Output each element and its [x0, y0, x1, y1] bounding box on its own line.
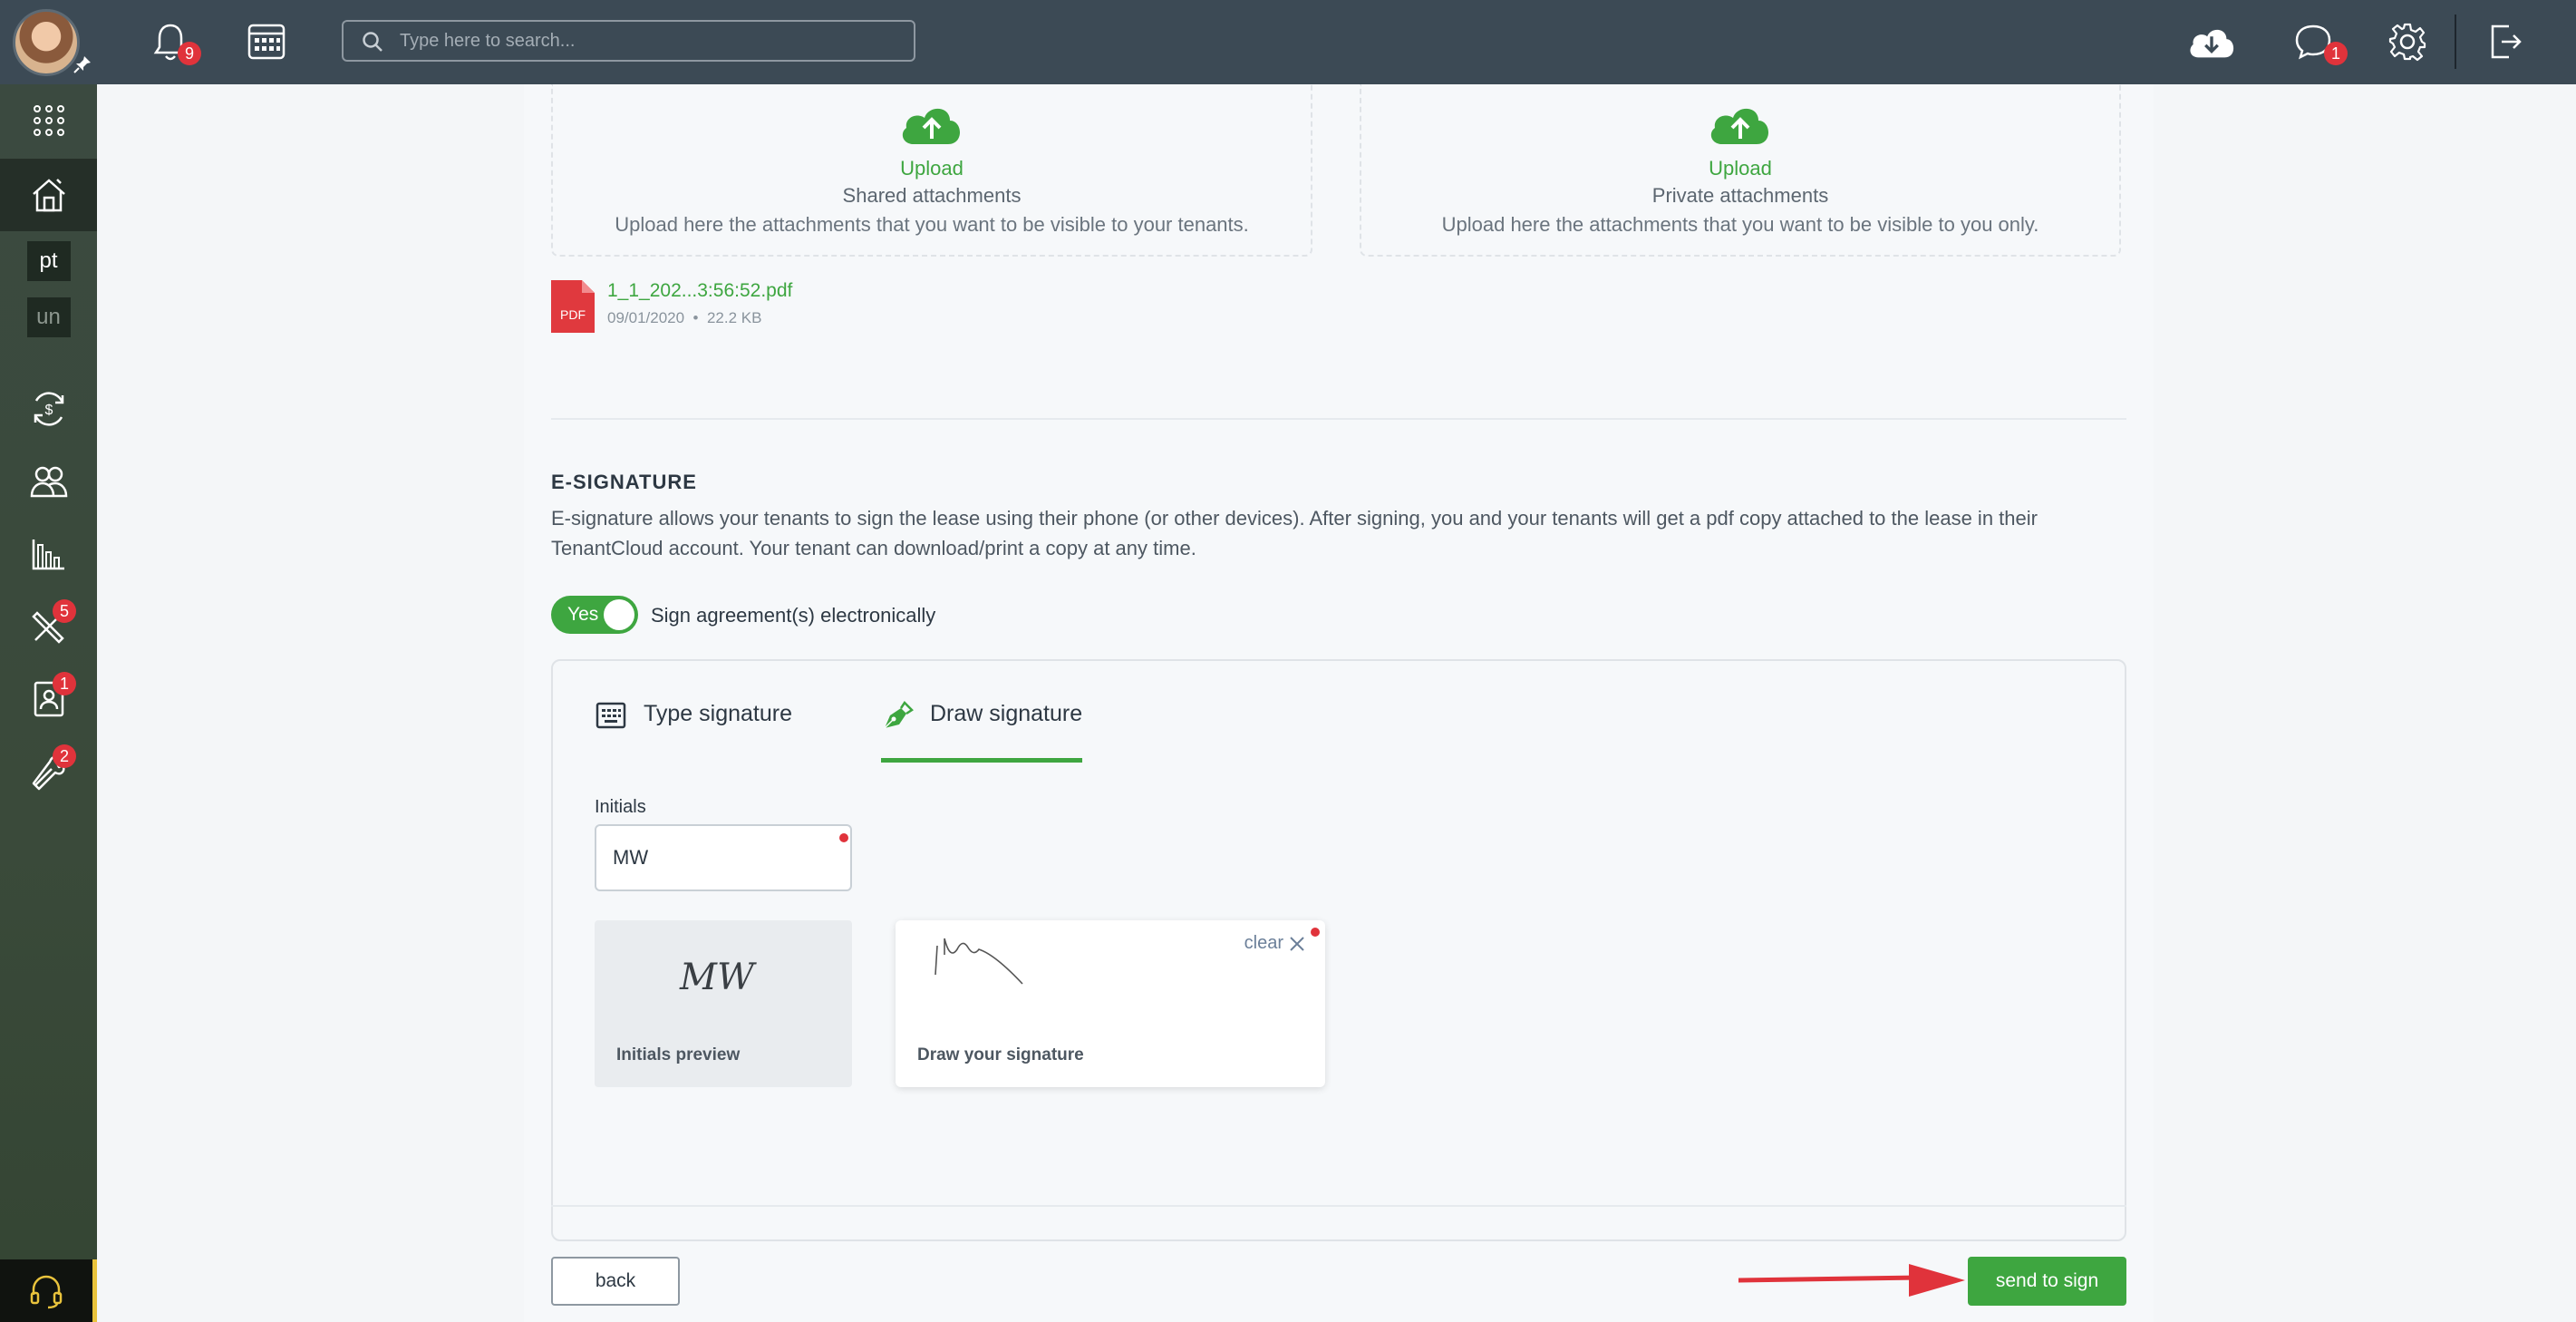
initials-preview-label: Initials preview: [616, 1045, 741, 1064]
pdf-file-icon: PDF: [551, 280, 595, 333]
notifications-badge: 9: [178, 42, 201, 65]
tools-badge: 2: [53, 744, 76, 768]
sidebar-item-payments[interactable]: $: [0, 373, 97, 445]
clear-signature-button[interactable]: clear: [1244, 933, 1305, 954]
calendar-icon[interactable]: [243, 18, 290, 65]
cloud-download-icon[interactable]: [2186, 18, 2237, 65]
tab-label: Type signature: [644, 701, 792, 726]
footer-divider: [551, 1205, 2126, 1207]
shared-attachments-dropzone[interactable]: Upload Shared attachments Upload here th…: [551, 84, 1312, 257]
back-button[interactable]: back: [551, 1257, 680, 1306]
required-indicator: [1311, 928, 1320, 937]
topbar-divider: [2455, 15, 2456, 69]
sidebar-item-people[interactable]: [0, 445, 97, 518]
esignature-description: E-signature allows your tenants to sign …: [551, 507, 2038, 559]
private-upload-link[interactable]: Upload: [1361, 157, 2119, 180]
sidebar-item-pt[interactable]: pt: [0, 233, 97, 289]
toggle-knob: [604, 599, 634, 630]
sidebar-item-apps[interactable]: [0, 84, 97, 157]
drawn-signature-stroke: [935, 938, 1023, 985]
send-to-sign-button[interactable]: send to sign: [1968, 1257, 2126, 1306]
cloud-upload-icon: [902, 108, 960, 144]
shared-attachments-title: Shared attachments: [842, 184, 1022, 207]
sidebar-item-tools[interactable]: 2: [0, 735, 97, 808]
house-icon: [32, 179, 65, 212]
sign-electronically-toggle[interactable]: Yes: [551, 596, 638, 634]
clear-label: clear: [1244, 933, 1283, 953]
chat-icon[interactable]: 1: [2290, 18, 2348, 65]
notifications-bell-icon[interactable]: 9: [147, 18, 201, 65]
messages-badge: 1: [2324, 42, 2348, 65]
esignature-title: E-SIGNATURE: [551, 471, 697, 493]
private-attachments-dropzone[interactable]: Upload Private attachments Upload here t…: [1360, 84, 2121, 257]
search-input[interactable]: [400, 29, 889, 53]
signature-card: Type signature Draw signature Initials M…: [551, 659, 2126, 1241]
tab-type-signature[interactable]: Type signature: [595, 701, 792, 763]
headset-icon: [30, 1275, 63, 1308]
logout-icon[interactable]: [2482, 18, 2529, 65]
money-cycle-icon: $: [34, 392, 63, 426]
pin-icon[interactable]: [73, 54, 92, 74]
sign-electronically-label: Sign agreement(s) electronically: [651, 604, 936, 627]
people-icon: [30, 466, 67, 498]
initials-label: Initials: [595, 797, 646, 817]
required-indicator: [839, 833, 848, 842]
svg-text:$: $: [44, 403, 53, 418]
cloud-upload-icon: [1710, 108, 1768, 144]
annotation-arrow-icon: [1738, 1264, 1965, 1297]
draw-signature-label: Draw your signature: [917, 1045, 1084, 1064]
attachment-date: 09/01/2020: [607, 309, 685, 326]
shared-attachments-description: Upload here the attachments that you wan…: [615, 213, 1249, 236]
initials-preview: MW Initials preview: [595, 920, 852, 1087]
user-avatar[interactable]: [13, 9, 80, 76]
pdf-label: PDF: [560, 307, 586, 322]
keyboard-icon: [596, 702, 626, 729]
meta-separator: •: [692, 309, 699, 326]
shared-upload-link[interactable]: Upload: [553, 157, 1311, 180]
sidebar-item-reports[interactable]: [0, 518, 97, 590]
pen-nib-icon: [884, 701, 914, 729]
apps-grid-icon: [33, 105, 64, 136]
search-icon: [363, 32, 383, 52]
sidebar-item-maintenance[interactable]: 5: [0, 590, 97, 663]
close-icon: [1290, 936, 1304, 951]
support-button[interactable]: [0, 1259, 97, 1322]
bar-chart-icon: [32, 539, 64, 570]
toggle-label: Yes: [567, 604, 599, 625]
sidebar-item-label: un: [26, 297, 71, 337]
search-box[interactable]: [342, 20, 915, 62]
section-divider: [551, 418, 2126, 420]
sidebar: pt un $ 5 1 2: [0, 84, 97, 1322]
sidebar-item-un[interactable]: un: [0, 289, 97, 345]
attachment-file-name[interactable]: 1_1_202...3:56:52.pdf: [607, 280, 792, 302]
applications-badge: 1: [53, 672, 76, 695]
attachment-size: 22.2 KB: [706, 309, 762, 326]
private-attachments-title: Private attachments: [1651, 184, 1829, 207]
top-bar: 9 1: [0, 0, 2576, 84]
private-attachments-description: Upload here the attachments that you wan…: [1441, 213, 2039, 236]
tab-draw-signature[interactable]: Draw signature: [881, 701, 1083, 763]
initials-preview-signature: MW: [680, 957, 755, 998]
sidebar-item-applications[interactable]: 1: [0, 663, 97, 735]
settings-gear-icon[interactable]: [2384, 18, 2431, 65]
signature-draw-pad[interactable]: clear Draw your signature: [896, 920, 1325, 1087]
sidebar-item-properties[interactable]: [0, 159, 97, 231]
maintenance-badge: 5: [53, 599, 76, 623]
initials-input[interactable]: [595, 824, 852, 891]
tab-label: Draw signature: [930, 701, 1083, 726]
lease-form-panel: Upload Shared attachments Upload here th…: [524, 84, 2154, 1322]
sidebar-item-label: pt: [26, 241, 71, 281]
attachment-file-meta: 09/01/2020 • 22.2 KB: [607, 309, 761, 327]
